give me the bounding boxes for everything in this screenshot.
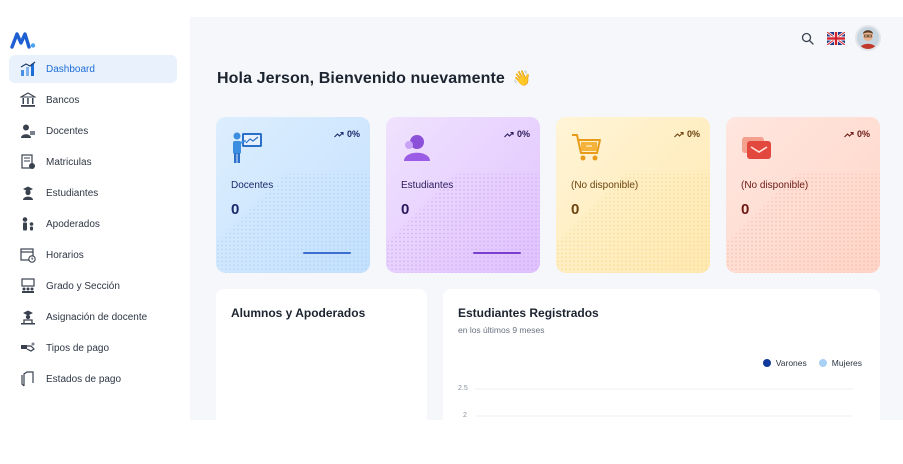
dashboard-chart-icon: [19, 61, 36, 78]
student-icon: [19, 185, 36, 202]
trend-badge: 0%: [504, 129, 530, 139]
alumnos-apoderados-panel: Alumnos y Apoderados: [216, 289, 427, 420]
stat-value: 0: [741, 201, 750, 218]
sidebar-item-matriculas[interactable]: Matriculas: [9, 148, 177, 176]
trend-up-icon: [504, 131, 514, 137]
mail-envelope-icon: [740, 131, 774, 165]
trend-up-icon: [844, 131, 854, 137]
sidebar-item-label: Horarios: [46, 249, 84, 261]
stat-card-estudiantes[interactable]: 0% Estudiantes 0: [386, 117, 540, 273]
sidebar-item-label: Dashboard: [46, 63, 95, 75]
legend-label: Mujeres: [831, 358, 862, 368]
main-content: Hola Jerson, Bienvenido nuevamente 👋 0% …: [190, 17, 903, 420]
sidebar-item-docentes[interactable]: Docentes: [9, 117, 177, 145]
sidebar-item-label: Matriculas: [46, 156, 92, 168]
enrollment-icon: [19, 154, 36, 171]
sidebar: Dashboard Bancos Docentes Matriculas Est…: [0, 17, 190, 420]
stat-card-docentes[interactable]: 0% Docentes 0: [216, 117, 370, 273]
trend-badge: 0%: [334, 129, 360, 139]
classroom-icon: [19, 278, 36, 295]
trend-up-icon: [334, 131, 344, 137]
legend-label: Varones: [775, 358, 807, 368]
stat-label: (No disponible): [741, 180, 809, 191]
sidebar-item-label: Apoderados: [46, 218, 100, 230]
stat-progress-bar: [473, 252, 521, 254]
student-user-icon: [400, 131, 434, 165]
sidebar-item-label: Estudiantes: [46, 187, 99, 199]
trend-value: 0%: [346, 129, 360, 139]
guardian-icon: [19, 216, 36, 233]
stat-progress-bar: [303, 252, 351, 254]
sidebar-item-apoderados[interactable]: Apoderados: [9, 210, 177, 238]
sidebar-item-label: Docentes: [46, 125, 89, 137]
chart-legend: Varones Mujeres: [751, 358, 862, 368]
stat-value: 0: [571, 201, 580, 218]
teacher-icon: [19, 123, 36, 140]
stat-card-no-disponible-2[interactable]: 0% (No disponible) 0: [726, 117, 880, 273]
stat-card-no-disponible-1[interactable]: 0% (No disponible) 0: [556, 117, 710, 273]
chart-gridlines: [475, 388, 853, 417]
stat-label: (No disponible): [571, 180, 639, 191]
chart-area: 2.5 2: [443, 379, 880, 420]
sidebar-item-estados-pago[interactable]: Estados de pago: [9, 365, 177, 393]
sidebar-item-asignacion-docente[interactable]: Asignación de docente: [9, 303, 177, 331]
bank-icon: [19, 92, 36, 109]
sidebar-item-horarios[interactable]: Horarios: [9, 241, 177, 269]
trend-value: 0%: [856, 129, 870, 139]
trend-up-icon: [674, 131, 684, 137]
topbar: [797, 25, 881, 51]
trend-value: 0%: [516, 129, 530, 139]
sidebar-item-label: Estados de pago: [46, 373, 122, 385]
sidebar-item-label: Grado y Sección: [46, 280, 120, 292]
app-logo[interactable]: [10, 31, 36, 49]
shopping-cart-icon: [570, 131, 604, 165]
trend-value: 0%: [686, 129, 700, 139]
panel-title: Estudiantes Registrados: [458, 306, 599, 320]
teacher-assign-icon: [19, 309, 36, 326]
sidebar-item-label: Tipos de pago: [46, 342, 110, 354]
legend-dot: [762, 359, 771, 367]
avatar[interactable]: [855, 25, 881, 51]
trend-badge: 0%: [674, 129, 700, 139]
legend-item-varones[interactable]: Varones: [762, 358, 807, 368]
search-icon[interactable]: [797, 28, 817, 48]
legend-dot: [818, 359, 827, 367]
sidebar-item-label: Bancos: [46, 94, 80, 106]
stat-value: 0: [401, 201, 410, 218]
stat-label: Estudiantes: [401, 180, 454, 191]
sidebar-item-label: Asignación de docente: [46, 311, 148, 323]
stat-label: Docentes: [231, 180, 274, 191]
teacher-board-icon: [230, 131, 264, 165]
trend-badge: 0%: [844, 129, 870, 139]
sidebar-item-grado-seccion[interactable]: Grado y Sección: [9, 272, 177, 300]
page-title: Hola Jerson, Bienvenido nuevamente 👋: [217, 69, 531, 88]
waving-hand-icon: 👋: [512, 70, 532, 87]
panel-title: Alumnos y Apoderados: [231, 306, 366, 320]
sidebar-item-bancos[interactable]: Bancos: [9, 86, 177, 114]
panel-subtitle: en los últimos 9 meses: [458, 325, 545, 335]
legend-item-mujeres[interactable]: Mujeres: [818, 358, 862, 368]
sidebar-nav: Dashboard Bancos Docentes Matriculas Est…: [9, 55, 177, 396]
payment-status-icon: [19, 371, 36, 388]
sidebar-item-dashboard[interactable]: Dashboard: [9, 55, 177, 83]
stat-value: 0: [231, 201, 240, 218]
payment-type-icon: [19, 340, 36, 357]
sidebar-item-estudiantes[interactable]: Estudiantes: [9, 179, 177, 207]
schedule-icon: [19, 247, 36, 264]
sidebar-item-tipos-pago[interactable]: Tipos de pago: [9, 334, 177, 362]
greeting-text: Hola Jerson, Bienvenido nuevamente: [217, 70, 505, 87]
uk-flag-icon[interactable]: [827, 31, 845, 45]
estudiantes-registrados-panel: Estudiantes Registrados en los últimos 9…: [443, 289, 880, 420]
